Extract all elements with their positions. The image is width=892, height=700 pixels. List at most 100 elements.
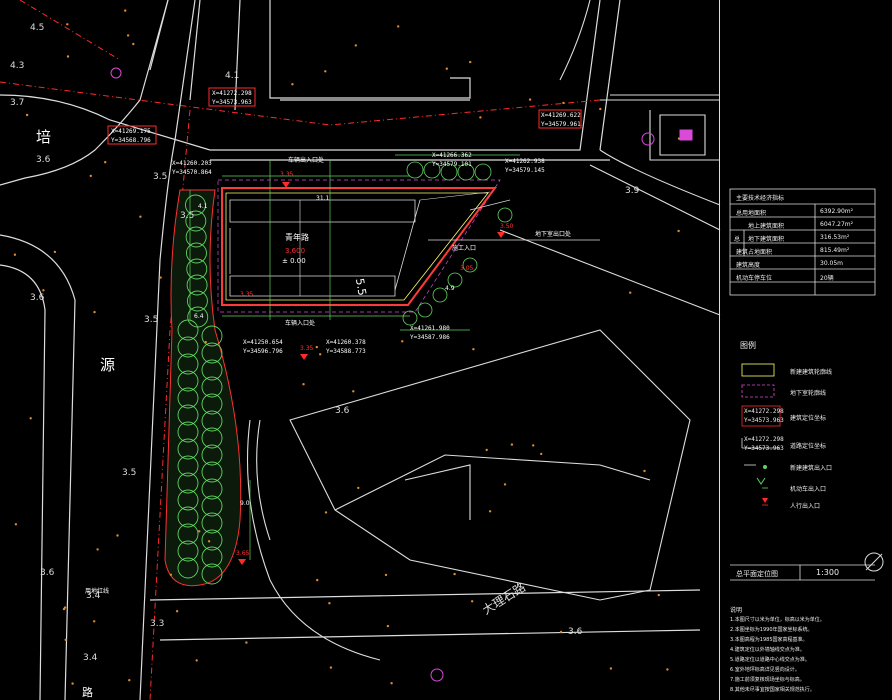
elevation-labels: 4.5 4.3 3.7 3.6 3.5 3.5 3.5 3.4 3.5 3.3 … [10,23,640,663]
scatter-dot [528,98,532,101]
basement-exit: 地下室出口处 [535,230,571,238]
scatter-dot [53,250,57,254]
scatter-dot [401,340,404,343]
scatter-dot [126,34,130,37]
svg-text:3.05: 3.05 [460,265,474,272]
scatter-dot [485,448,488,452]
svg-text:3.6: 3.6 [36,155,51,165]
note-1: 2.本图坐标为1990年国家坐标系统。 [730,627,813,633]
scatter-dot [599,107,602,111]
svg-text:Y=34588.773: Y=34588.773 [326,348,366,355]
note-0: 1.本图尺寸以米为单位，标高以米为单位。 [730,617,825,623]
note-5: 6.室外地坪标高详见竖向设计。 [730,667,800,673]
svg-text:3.5: 3.5 [122,468,136,478]
svg-text:3.5: 3.5 [180,211,194,221]
scatter-dot [471,600,474,603]
svg-text:3.3: 3.3 [150,619,164,629]
building-name: 青年路 [285,232,309,242]
legend-title: 图例 [740,341,756,350]
tree-strip [164,189,242,587]
scatter-dot [316,578,319,582]
level-a: 3.600 [285,247,305,255]
dim-4-9: 4.9 [445,285,455,292]
svg-text:3.50: 3.50 [500,223,514,230]
scatter-dot [245,641,248,644]
svg-text:Y=34579.145: Y=34579.145 [505,167,545,174]
scatter-dot [629,291,632,294]
tech-row-5-label: 建筑高度 [736,262,761,269]
scatter-dot [324,511,328,514]
scatter-dot [357,486,360,490]
scatter-dot [29,417,32,420]
note-3: 4.建筑定位以外墙轴线交点为准。 [730,647,805,653]
svg-text:X=41261.980: X=41261.980 [410,325,450,332]
svg-text:4.5: 4.5 [30,23,44,33]
scatter-dot [559,630,563,634]
scatter-dot [25,113,29,117]
scatter-dot [532,444,535,447]
scatter-dot [666,668,669,671]
new-building [189,154,600,560]
note-6: 7.施工前须复核现场坐标与标高。 [730,677,805,683]
scatter-dot [169,573,173,576]
scatter-dot [328,602,331,605]
drawing-scale: 1:300 [816,568,840,577]
note-4: 5.道路定位以道路中心线交点为准。 [730,657,810,663]
svg-text:3.65: 3.65 [236,550,250,557]
svg-text:3.35: 3.35 [300,345,314,352]
svg-text:3.35: 3.35 [280,171,294,178]
scatter-dot [677,229,680,233]
svg-text:X=41266.362: X=41266.362 [432,152,472,159]
scatter-dot [319,353,322,356]
scatter-dot [64,638,67,641]
legend-item-4: 新建建筑出入口 [790,465,833,472]
scatter-dot [510,443,514,446]
dim-9-0: 9.0 [240,500,250,507]
scatter-dot [479,116,482,119]
tech-row-0-label: 总用地面积 [736,210,767,217]
scatter-dot [291,83,294,86]
svg-text:3.7: 3.7 [10,98,24,108]
legend-item-0: 新建建筑轮廓线 [790,369,833,376]
tech-row-1-label: 总 [734,236,741,243]
legend-coord-4: Y=34573.963 [744,445,784,452]
scatter-dot [195,659,198,662]
scatter-dot [472,348,475,351]
scatter-dot [89,174,93,178]
legend-coord-3: X=41272.298 [744,436,784,443]
notes-title: 说明 [730,607,743,614]
tech-row-6-label: 机动车停车位 [736,275,773,282]
legend-item-5: 机动车出入口 [790,486,827,493]
scatter-dot [384,573,388,577]
scatter-dot [104,161,107,164]
scatter-dot [66,23,69,26]
scatter-dot [302,383,305,386]
scatter-dot [445,67,448,70]
legend-item-1: 地下室轮廓线 [790,390,827,397]
street-label-dali: 大理石路 [479,579,528,617]
right-road [246,0,721,661]
entrance-top: 车辆出入口处 [288,156,324,164]
svg-text:X=41262.938: X=41262.938 [505,158,545,165]
tech-row-1-value: 6047.27m² [820,221,854,228]
svg-text:Y=34579.101: Y=34579.101 [432,161,472,168]
dim-5-5: 5.5 [353,277,369,296]
svg-text:Y=34587.986: Y=34587.986 [410,334,450,341]
tech-row-4-value: 815.49m² [820,247,850,254]
scatter-dot [609,667,613,670]
pedestrian-entry: 施工入口 [452,244,476,252]
scatter-dot [42,289,45,292]
scatter-dot [390,682,393,685]
scatter-dot [13,253,17,256]
scatter-dot [93,310,96,314]
svg-text:3.6: 3.6 [30,293,45,303]
legend-item-6: 人行出入口 [790,503,821,510]
scatter-dot [139,215,142,218]
svg-text:3.6: 3.6 [40,568,55,578]
dim-31-1: 31.1 [316,195,330,202]
tech-row-5-value: 30.05m [820,260,844,267]
svg-text:3.6: 3.6 [335,406,350,416]
scatter-dot [207,540,211,543]
scatter-dot [124,9,127,12]
svg-text:Y=34573.963: Y=34573.963 [212,99,252,106]
